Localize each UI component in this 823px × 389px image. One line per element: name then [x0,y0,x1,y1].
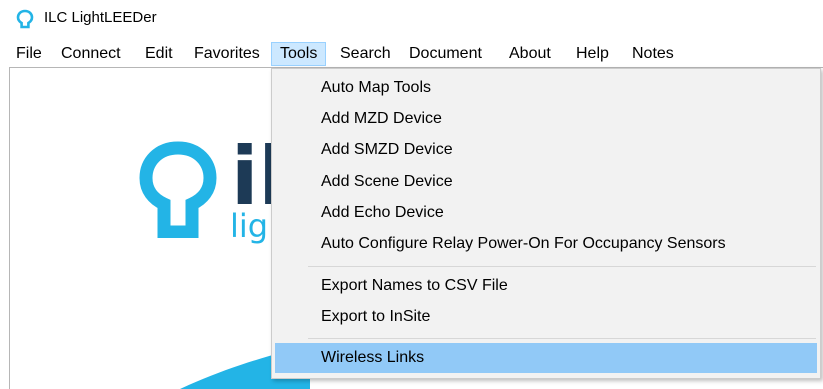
menu-connect[interactable]: Connect [61,42,121,66]
menuitem-export-csv[interactable]: Export Names to CSV File [275,271,817,301]
menu-document[interactable]: Document [409,42,482,66]
menuitem-export-insite[interactable]: Export to InSite [275,302,817,332]
menu-tools[interactable]: Tools [271,42,327,66]
menu-file[interactable]: File [16,42,42,66]
menuitem-wireless-links[interactable]: Wireless Links [275,343,817,373]
tools-dropdown-menu: Auto Map Tools Add MZD Device Add SMZD D… [271,68,821,379]
menuitem-auto-map-tools[interactable]: Auto Map Tools [275,73,817,103]
menu-separator [308,338,816,339]
menuitem-auto-configure-relay[interactable]: Auto Configure Relay Power-On For Occupa… [275,229,817,259]
menuitem-add-mzd-device[interactable]: Add MZD Device [275,104,817,134]
lightbulb-logo-icon [139,141,217,238]
title-bar: ILC LightLEEDer [0,0,823,36]
menu-about[interactable]: About [509,42,551,66]
menu-favorites[interactable]: Favorites [194,42,260,66]
menu-help[interactable]: Help [576,42,609,66]
menu-search[interactable]: Search [340,42,391,66]
menuitem-add-scene-device[interactable]: Add Scene Device [275,167,817,197]
menu-bar: File Connect Edit Favorites Tools Search… [0,40,823,68]
lightbulb-outline-icon [16,9,34,29]
menu-separator [308,266,816,267]
menuitem-add-echo-device[interactable]: Add Echo Device [275,198,817,228]
window-title: ILC LightLEEDer [44,9,157,26]
menu-notes[interactable]: Notes [632,42,674,66]
menu-edit[interactable]: Edit [145,42,173,66]
menuitem-add-smzd-device[interactable]: Add SMZD Device [275,135,817,165]
